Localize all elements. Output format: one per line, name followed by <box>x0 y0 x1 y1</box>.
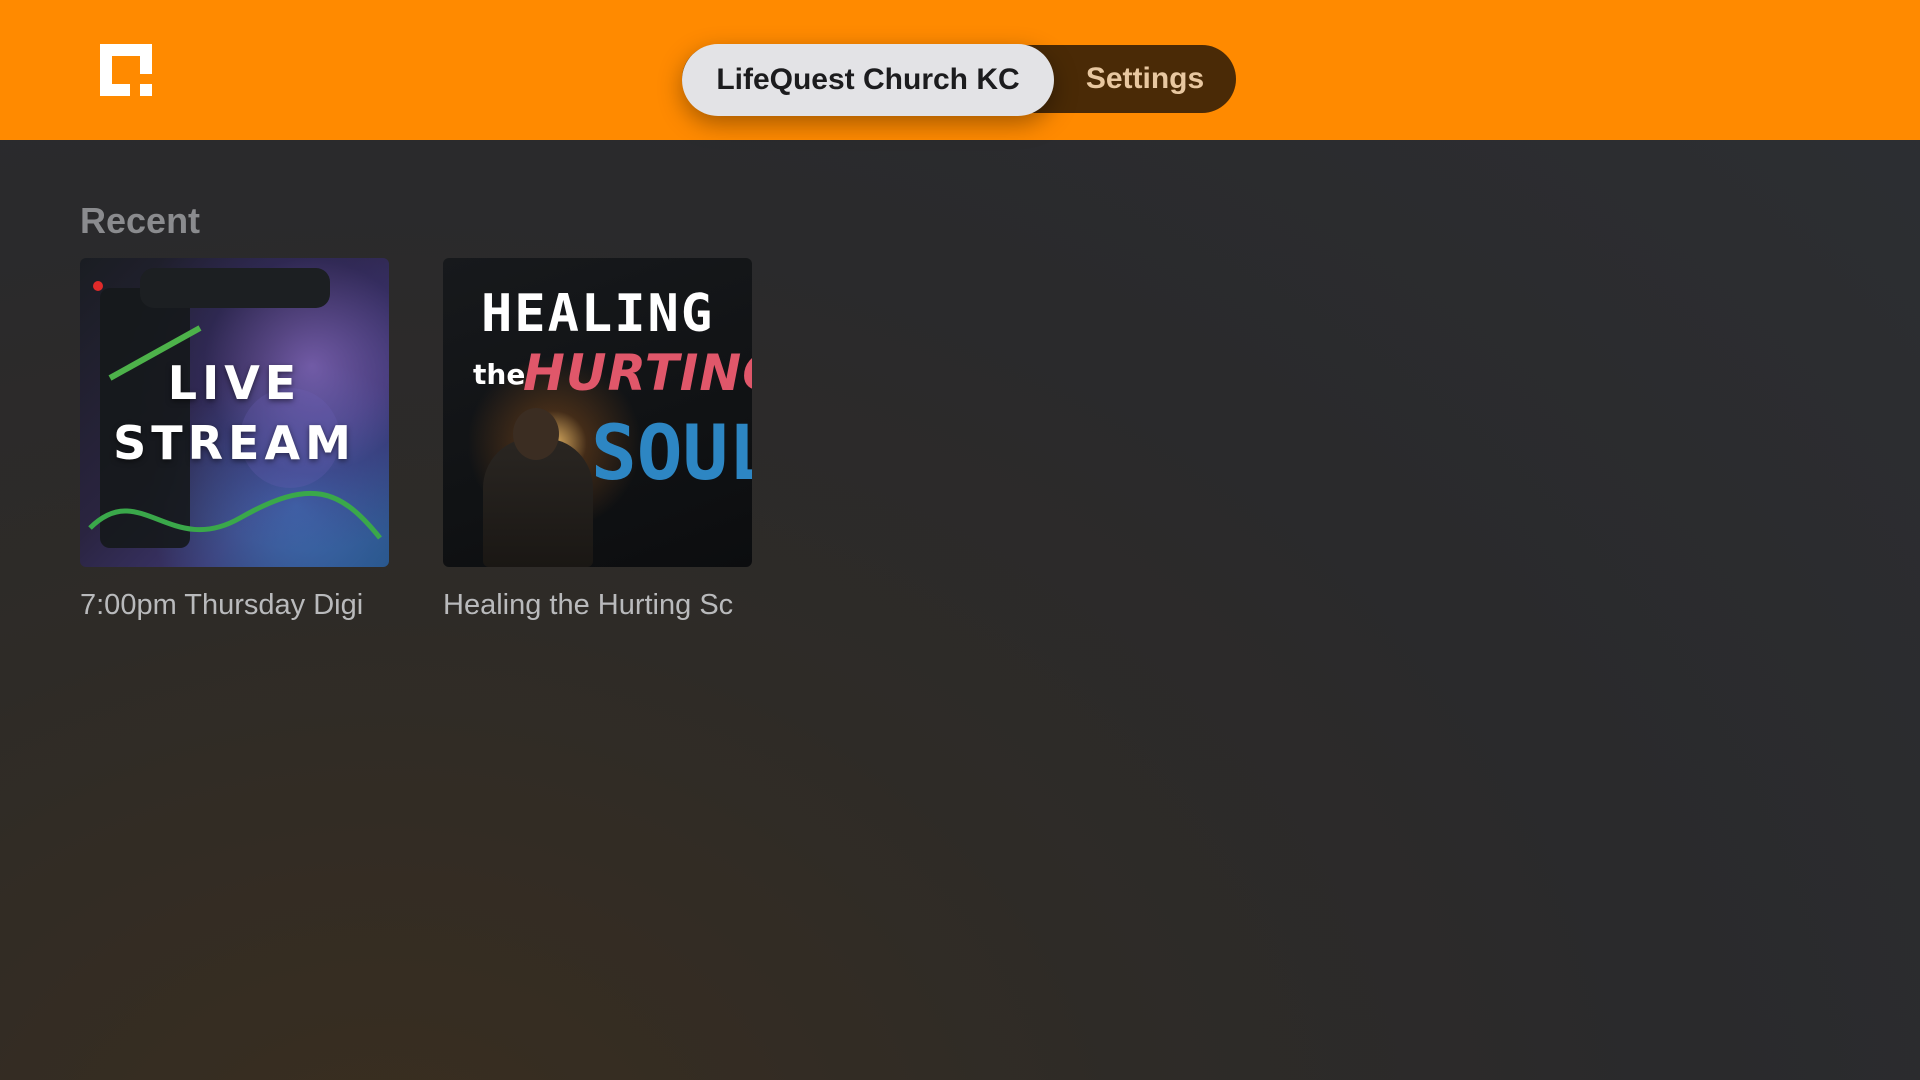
live-stream-artwork-text: LIVE STREAM <box>113 356 356 470</box>
tab-bar: LifeQuest Church KC Settings <box>682 44 1236 116</box>
kneeling-man-head <box>513 408 559 460</box>
top-bar: LifeQuest Church KC Settings <box>0 0 1920 140</box>
live-stream-artwork: LIVE STREAM <box>80 258 389 567</box>
item-title: 7:00pm Thursday Digi <box>80 589 364 621</box>
item-title: Healing the Hurting Sc <box>443 589 734 621</box>
tab-settings[interactable]: Settings <box>1054 45 1236 113</box>
healing-artwork: HEALING the HURTING SOUL <box>443 258 752 567</box>
artwork-text-healing: HEALING <box>481 284 715 344</box>
section-title-recent: Recent <box>80 200 201 241</box>
tab-lifequest-church-kc[interactable]: LifeQuest Church KC <box>682 44 1054 116</box>
artwork-text-soul: SOUL <box>591 408 752 497</box>
recent-item-healing-the-hurting-soul[interactable]: HEALING the HURTING SOUL Healing the Hur… <box>443 258 752 625</box>
recent-item-live-stream[interactable]: LIVE STREAM 7:00pm Thursday Digi <box>80 258 389 625</box>
app-logo-icon <box>100 44 152 96</box>
artwork-text-hurting: HURTING <box>523 344 752 402</box>
artwork-text-the: the <box>473 358 526 391</box>
